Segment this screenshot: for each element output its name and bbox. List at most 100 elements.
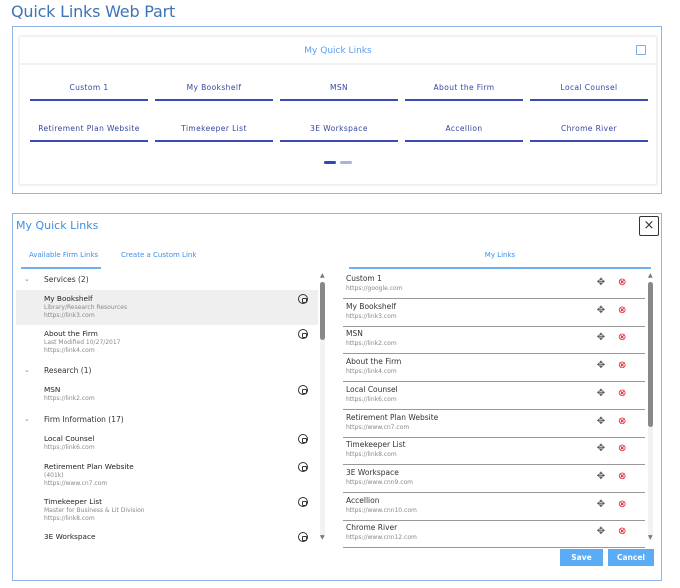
list-item[interactable]: 3E Workspacehttps://www.cnn9.com xyxy=(16,528,318,542)
scroll-down-icon[interactable]: ▼ xyxy=(648,534,653,541)
list-item[interactable]: Retirement Plan Website (401k) https://www… xyxy=(16,458,318,493)
drag-handle-icon[interactable]: ✥ xyxy=(595,361,607,371)
add-link-icon[interactable] xyxy=(298,462,308,472)
scroll-up-icon[interactable]: ▲ xyxy=(648,272,653,279)
quick-link-tile[interactable]: Chrome River xyxy=(530,122,648,142)
page-title: Quick Links Web Part xyxy=(11,2,176,21)
remove-link-icon[interactable]: ⊗ xyxy=(618,416,630,428)
add-link-icon[interactable] xyxy=(298,532,308,542)
tab-my-links[interactable]: My Links xyxy=(349,251,651,259)
drag-handle-icon[interactable]: ✥ xyxy=(595,444,607,454)
group-header[interactable]: ⌄ Research (1) xyxy=(16,366,316,380)
tab-available-firm-links[interactable]: Available Firm Links xyxy=(29,251,98,259)
link-name: MSN xyxy=(44,385,61,394)
link-name: My Bookshelf xyxy=(346,301,396,311)
link-url: https://link2.com xyxy=(44,395,95,402)
link-url: https://link8.com xyxy=(44,515,95,522)
link-name: Local Counsel xyxy=(44,434,95,443)
my-link-row: MSN https://link2.com ✥ ⊗ xyxy=(343,326,645,355)
available-links-list: ⌄ Services (2) My Bookshelf Library/Researc… xyxy=(16,272,319,542)
link-url: https://www.cn7.com xyxy=(346,423,410,431)
drag-handle-icon[interactable]: ✥ xyxy=(595,278,607,288)
page-dot-2[interactable] xyxy=(340,161,352,164)
link-name: Custom 1 xyxy=(346,274,382,283)
remove-link-icon[interactable]: ⊗ xyxy=(618,388,630,400)
quick-link-tile[interactable]: Local Counsel xyxy=(530,81,648,101)
list-item[interactable]: Timekeeper List Master for Business & Lit… xyxy=(16,493,318,528)
link-name: My Bookshelf xyxy=(44,294,93,303)
drag-handle-icon[interactable]: ✥ xyxy=(595,416,607,427)
quick-link-tile[interactable]: Custom 1 xyxy=(30,81,148,101)
page-dot-1[interactable] xyxy=(324,161,336,164)
add-link-icon[interactable] xyxy=(298,294,308,304)
link-description: (401k) xyxy=(44,472,64,479)
my-link-row: Local Counsel https://link6.com ✥ ⊗ xyxy=(343,382,645,410)
drag-handle-icon[interactable]: ✥ xyxy=(595,499,607,510)
close-button[interactable]: × xyxy=(639,216,659,236)
list-item[interactable]: My Bookshelf Library/Research Resources ht… xyxy=(16,290,318,325)
remove-link-icon[interactable]: ⊗ xyxy=(618,526,630,538)
drag-handle-icon[interactable]: ✥ xyxy=(595,305,607,316)
remove-link-icon[interactable]: ⊗ xyxy=(618,443,630,455)
right-scrollbar[interactable] xyxy=(648,282,653,540)
link-name: Retirement Plan Website xyxy=(346,412,439,422)
drag-handle-icon[interactable]: ✥ xyxy=(595,527,607,537)
drag-handle-icon[interactable]: ✥ xyxy=(595,471,607,482)
drag-handle-icon[interactable]: ✥ xyxy=(595,333,607,343)
quick-link-tile[interactable]: Accellion xyxy=(405,122,523,142)
chevron-down-icon[interactable]: ⌄ xyxy=(24,366,30,374)
left-scrollbar[interactable] xyxy=(320,282,325,538)
group-header[interactable]: ⌄ Services (2) xyxy=(16,275,316,289)
my-link-row: Accellion https://www.cnn10.com ✥ ⊗ xyxy=(343,493,645,521)
my-links-indicator xyxy=(349,267,651,269)
link-url: https://link6.com xyxy=(346,395,397,403)
quick-link-tile[interactable]: MSN xyxy=(280,81,398,101)
remove-link-icon[interactable]: ⊗ xyxy=(618,360,630,372)
my-link-row: About the Firm https://link4.com ✥ ⊗ xyxy=(343,354,645,383)
add-link-icon[interactable] xyxy=(298,329,308,339)
remove-link-icon[interactable]: ⊗ xyxy=(618,332,630,344)
remove-link-icon[interactable]: ⊗ xyxy=(618,305,630,317)
link-name: 3E Workspace xyxy=(346,467,399,477)
remove-link-icon[interactable]: ⊗ xyxy=(618,499,630,511)
card-header: My Quick Links xyxy=(20,37,656,65)
dialog-title: My Quick Links xyxy=(16,219,99,232)
list-item[interactable]: MSN https://link2.com xyxy=(16,381,318,409)
list-item[interactable]: Local Counsel https://link6.com xyxy=(16,430,318,458)
add-link-icon[interactable] xyxy=(298,434,308,444)
link-url: https://www.cnn12.com xyxy=(346,534,417,542)
edit-icon[interactable] xyxy=(636,45,646,55)
quick-link-tile[interactable]: My Bookshelf xyxy=(155,81,273,101)
cancel-button[interactable]: Cancel xyxy=(608,549,654,566)
scroll-down-icon[interactable]: ▼ xyxy=(320,534,325,541)
quick-link-tile[interactable]: Timekeeper List xyxy=(155,122,273,142)
link-url: https://link3.com xyxy=(44,312,95,319)
quick-link-tile[interactable]: Retirement Plan Website xyxy=(30,122,148,142)
link-description: Last Modified 10/27/2017 xyxy=(44,339,121,346)
link-url: https://link2.com xyxy=(346,340,397,348)
link-url: https://link8.com xyxy=(346,451,397,459)
remove-link-icon[interactable]: ⊗ xyxy=(618,277,630,289)
quick-link-tile[interactable]: 3E Workspace xyxy=(280,122,398,142)
drag-handle-icon[interactable]: ✥ xyxy=(595,388,607,399)
quick-link-tile[interactable]: About the Firm xyxy=(405,81,523,101)
group-label: Services (2) xyxy=(44,275,89,284)
tab-create-custom-link[interactable]: Create a Custom Link xyxy=(121,251,196,259)
remove-link-icon[interactable]: ⊗ xyxy=(618,471,630,483)
my-link-row: Retirement Plan Website https://www.cn7.c… xyxy=(343,410,645,438)
link-name: Chrome River xyxy=(346,523,398,533)
link-url: https://link4.com xyxy=(44,347,95,354)
list-item[interactable]: About the Firm Last Modified 10/27/2017 ht… xyxy=(16,325,318,360)
add-link-icon[interactable] xyxy=(298,497,308,507)
link-name: About the Firm xyxy=(44,329,98,338)
chevron-down-icon[interactable]: ⌄ xyxy=(24,275,30,283)
link-url: https://link6.com xyxy=(44,444,95,451)
quick-links-webpart: My Quick Links Custom 1 My Bookshelf MSN Ab… xyxy=(12,26,662,194)
save-button[interactable]: Save xyxy=(560,549,603,566)
group-header[interactable]: ⌄ Firm Information (17) xyxy=(16,415,316,429)
link-name: Local Counsel xyxy=(346,384,398,394)
group-label: Research (1) xyxy=(44,366,92,375)
scroll-up-icon[interactable]: ▲ xyxy=(320,272,325,279)
add-link-icon[interactable] xyxy=(298,385,308,395)
chevron-down-icon[interactable]: ⌄ xyxy=(24,415,30,423)
